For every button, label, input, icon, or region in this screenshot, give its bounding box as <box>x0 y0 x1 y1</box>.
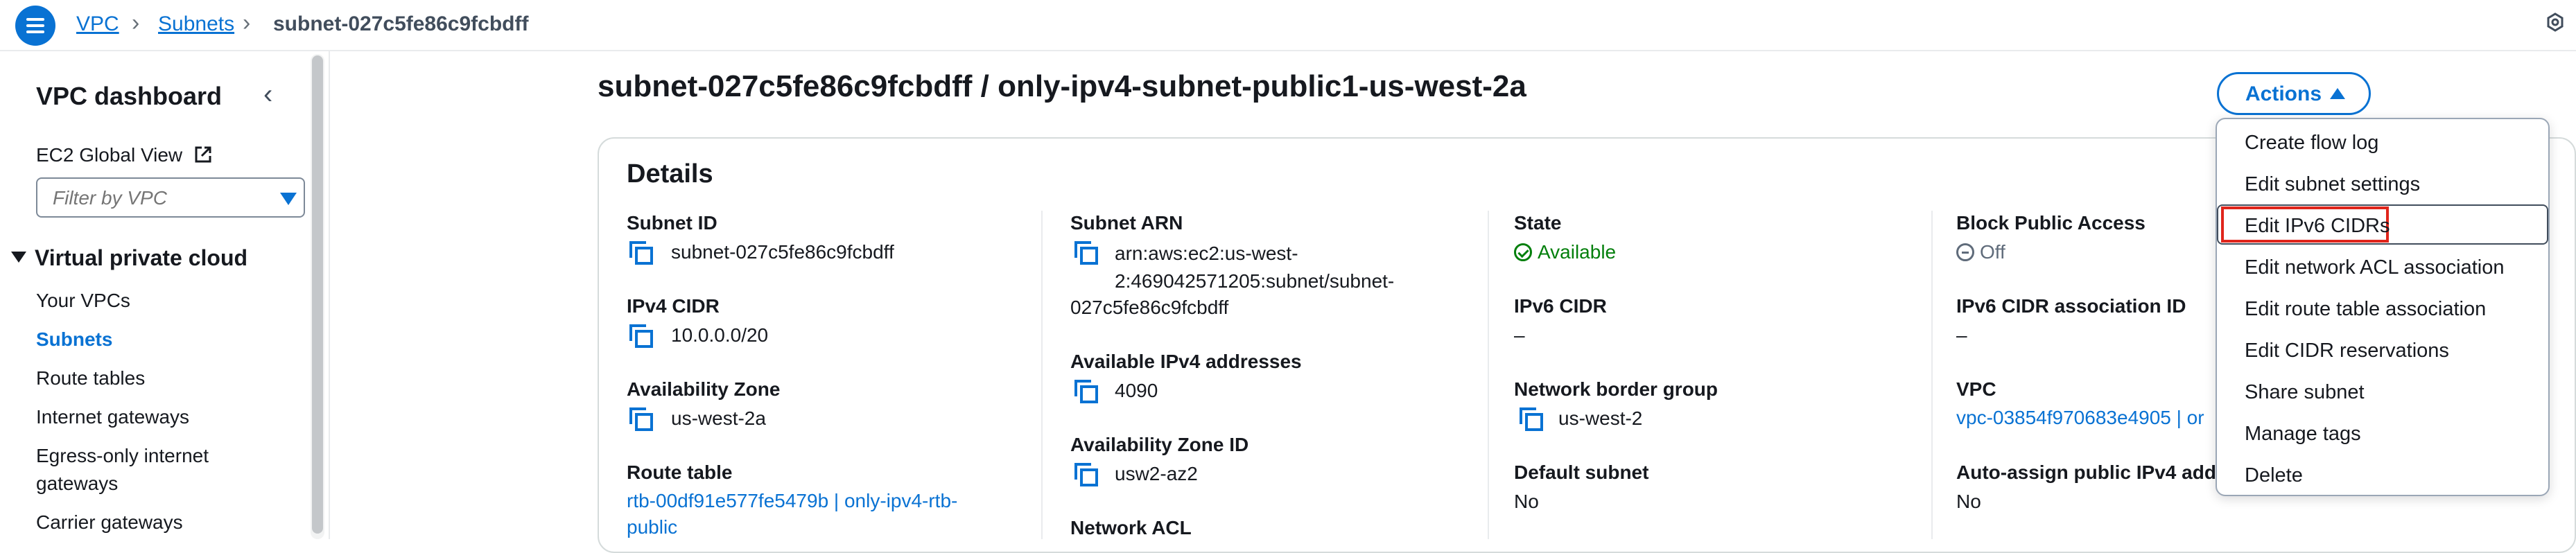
network-acl-label: Network ACL <box>1070 517 1192 538</box>
caret-down-icon <box>280 193 297 205</box>
availability-zone-value: us-west-2a <box>671 407 766 429</box>
state-label: State <box>1514 212 1562 234</box>
subnet-arn-line: arn:aws:ec2:us-west- <box>1115 243 1298 264</box>
menu-item-delete[interactable]: Delete <box>2245 464 2303 487</box>
column-divider <box>1041 211 1043 539</box>
caret-up-icon <box>2330 88 2345 99</box>
vpc-label: VPC <box>1956 378 1996 400</box>
ipv6-cidr-label: IPv6 CIDR <box>1514 295 1607 317</box>
section-label: Virtual private cloud <box>35 245 248 270</box>
sidebar-item-egress-only-internet-gateways[interactable]: Egress-only internet gateways <box>36 445 209 495</box>
menu-item-share-subnet[interactable]: Share subnet <box>2245 381 2365 404</box>
menu-item-edit-route-table-association[interactable]: Edit route table association <box>2245 298 2486 321</box>
breadcrumb-vpc[interactable]: VPC <box>76 12 119 36</box>
menu-item-edit-cidr-reservations[interactable]: Edit CIDR reservations <box>2245 340 2449 362</box>
sidebar-title[interactable]: VPC dashboard <box>36 82 222 111</box>
availability-zone-label: Availability Zone <box>627 378 781 400</box>
menu-item-create-flow-log[interactable]: Create flow log <box>2245 132 2378 155</box>
column-divider <box>1488 211 1489 539</box>
section-virtual-private-cloud[interactable]: Virtual private cloud <box>11 245 247 271</box>
available-ipv4-label: Available IPv4 addresses <box>1070 351 1302 372</box>
ipv4-cidr-label: IPv4 CIDR <box>627 295 720 317</box>
sidebar-item-internet-gateways[interactable]: Internet gateways <box>36 406 189 428</box>
copy-icon[interactable] <box>628 406 653 431</box>
ipv6-cidr-value: – <box>1514 324 1525 346</box>
sidebar-item-carrier-gateways[interactable]: Carrier gateways <box>36 511 183 534</box>
subnet-arn-line: 027c5fe86c9fcbdff <box>1070 297 1229 318</box>
filter-by-vpc-input[interactable] <box>37 179 276 218</box>
network-border-group-value: us-west-2 <box>1558 407 1643 429</box>
actions-button[interactable]: Actions <box>2217 72 2371 115</box>
menu-item-edit-ipv6-cidrs[interactable]: Edit IPv6 CIDRs <box>2245 215 2390 238</box>
network-border-group-label: Network border group <box>1514 378 1718 400</box>
copy-icon[interactable] <box>1073 378 1098 403</box>
top-navigation-bar: VPC › Subnets › subnet-027c5fe86c9fcbdff <box>0 0 2576 51</box>
copy-icon[interactable] <box>1518 406 1543 431</box>
menu-item-edit-subnet-settings[interactable]: Edit subnet settings <box>2245 173 2420 196</box>
caret-down-icon <box>11 252 26 263</box>
state-value: Available <box>1538 241 1617 263</box>
page-title: subnet-027c5fe86c9fcbdff / only-ipv4-sub… <box>598 69 1526 103</box>
copy-icon[interactable] <box>628 323 653 348</box>
collapse-sidebar-icon[interactable]: ‹ <box>263 79 272 110</box>
sidebar-item-your-vpcs[interactable]: Your VPCs <box>36 290 130 312</box>
actions-label: Actions <box>2245 82 2322 105</box>
menu-item-manage-tags[interactable]: Manage tags <box>2245 423 2361 446</box>
subnet-arn-label: Subnet ARN <box>1070 212 1183 234</box>
default-subnet-label: Default subnet <box>1514 462 1649 483</box>
copy-icon[interactable] <box>1073 240 1098 265</box>
chevron-right-icon: › <box>243 10 251 36</box>
block-public-access-label: Block Public Access <box>1956 212 2146 234</box>
subnet-arn-value: arn:aws:ec2:us-west- 2:469042571205:subn… <box>1115 240 1394 295</box>
block-public-access-value: Off <box>1980 241 2005 263</box>
subnet-id-value: subnet-027c5fe86c9fcbdff <box>671 241 894 263</box>
subnet-arn-line: 2:469042571205:subnet/subnet- <box>1115 270 1395 292</box>
sidebar-item-route-tables[interactable]: Route tables <box>36 367 145 389</box>
vpc-link[interactable]: vpc-03854f970683e4905 | or <box>1956 405 2204 431</box>
chevron-right-icon: › <box>132 10 140 36</box>
auto-assign-ipv4-label: Auto-assign public IPv4 addr <box>1956 462 2224 483</box>
ipv6-cidr-association-value: – <box>1956 324 1967 346</box>
availability-zone-id-label: Availability Zone ID <box>1070 434 1249 455</box>
available-ipv4-value: 4090 <box>1115 380 1158 401</box>
sidebar-item-label: gateways <box>36 473 119 494</box>
minus-circle-icon <box>1956 243 1974 261</box>
subnet-id-label: Subnet ID <box>627 212 717 234</box>
copy-icon[interactable] <box>1073 462 1098 486</box>
sidebar-item-label: Egress-only internet <box>36 445 209 466</box>
breadcrumb-current: subnet-027c5fe86c9fcbdff <box>273 12 529 35</box>
sidebar-item-subnets[interactable]: Subnets <box>36 328 112 351</box>
menu-icon[interactable] <box>15 6 55 46</box>
check-circle-icon <box>1514 243 1532 261</box>
settings-icon[interactable] <box>2545 12 2565 32</box>
default-subnet-value: No <box>1514 491 1539 512</box>
ipv6-cidr-association-label: IPv6 CIDR association ID <box>1956 295 2186 317</box>
state-status: Available <box>1514 241 1616 263</box>
route-table-link-text: rtb-00df91e577fe5479b | only-ipv4-rtb- <box>627 490 958 511</box>
sidebar-divider <box>329 51 330 539</box>
sidebar-scroll-thumb[interactable] <box>312 55 323 534</box>
route-table-link-text: public <box>627 516 678 538</box>
sidebar-item-label: EC2 Global View <box>36 144 183 166</box>
ipv4-cidr-value: 10.0.0.0/20 <box>671 324 769 346</box>
column-divider <box>1931 211 1933 539</box>
details-title: Details <box>627 159 713 188</box>
availability-zone-id-value: usw2-az2 <box>1115 463 1198 484</box>
external-link-icon <box>195 146 211 163</box>
auto-assign-ipv4-value: No <box>1956 491 1981 512</box>
sidebar-item-ec2-global-view[interactable]: EC2 Global View <box>36 144 213 166</box>
filter-by-vpc-select[interactable] <box>36 177 305 218</box>
menu-item-edit-network-acl-association[interactable]: Edit network ACL association <box>2245 256 2505 279</box>
copy-icon[interactable] <box>628 240 653 265</box>
block-public-access-status: Off <box>1956 241 2005 263</box>
breadcrumb-subnets[interactable]: Subnets <box>158 12 234 36</box>
route-table-label: Route table <box>627 462 733 483</box>
route-table-link[interactable]: rtb-00df91e577fe5479b | only-ipv4-rtb- p… <box>627 488 957 541</box>
